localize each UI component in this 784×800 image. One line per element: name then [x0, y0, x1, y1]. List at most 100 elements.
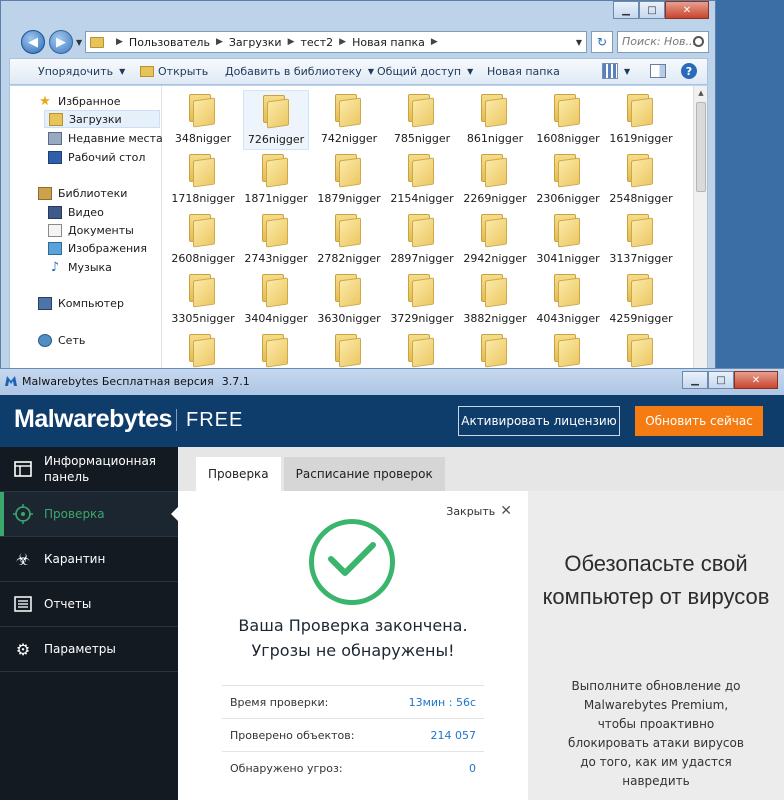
search-input[interactable]: Поиск: Нов... — [617, 31, 709, 53]
chevron-right-icon[interactable]: ▶ — [339, 37, 346, 47]
folder-item[interactable]: 3305nigger — [170, 270, 236, 330]
no-threats-text: Угрозы не обнаружены! — [251, 641, 455, 660]
folder-label: 4259nigger — [609, 312, 673, 325]
organize-menu[interactable]: Упорядочить ▼ — [38, 65, 125, 78]
sidebar-item-reports[interactable]: Отчеты — [0, 582, 178, 627]
nav-computer[interactable]: Компьютер — [38, 294, 124, 312]
close-result-button[interactable]: Закрыть ✕ — [446, 503, 512, 519]
folder-item[interactable]: 2942nigger — [462, 210, 528, 270]
view-menu[interactable]: ▼ — [602, 63, 630, 79]
sidebar-item-settings[interactable]: ⚙ Параметры — [0, 627, 178, 672]
stat-value[interactable]: 0 — [469, 762, 476, 775]
help-button[interactable]: ? — [681, 63, 697, 79]
nav-music[interactable]: ♪ Музыка — [48, 258, 112, 276]
folder-item[interactable]: 726nigger — [243, 90, 309, 150]
sidebar-label: Проверка — [44, 507, 105, 521]
folder-item[interactable] — [462, 330, 528, 372]
folder-item[interactable]: 1718nigger — [170, 150, 236, 210]
folder-icon — [625, 94, 657, 128]
nav-downloads[interactable]: Загрузки — [44, 110, 160, 128]
preview-pane-button[interactable] — [650, 64, 666, 78]
nav-images[interactable]: Изображения — [48, 239, 147, 257]
chevron-right-icon[interactable]: ▶ — [288, 37, 295, 47]
folder-item[interactable]: 2548nigger — [608, 150, 674, 210]
scrollbar-thumb[interactable] — [696, 102, 706, 192]
minimize-button[interactable]: ▁ — [682, 371, 708, 389]
folder-icon — [333, 274, 365, 308]
nav-recent[interactable]: Недавние места — [48, 129, 163, 147]
close-label: Закрыть — [446, 504, 496, 518]
folder-item[interactable] — [243, 330, 309, 372]
nav-network[interactable]: Сеть — [38, 331, 85, 349]
folder-item[interactable] — [389, 330, 455, 372]
minimize-button[interactable]: ▁ — [613, 1, 639, 19]
folder-item[interactable]: 2306nigger — [535, 150, 601, 210]
add-to-library-menu[interactable]: Добавить в библиотеку ▼ — [225, 65, 374, 78]
folder-item[interactable]: 4043nigger — [535, 270, 601, 330]
folder-item[interactable] — [170, 330, 236, 372]
maximize-button[interactable]: □ — [708, 371, 734, 389]
address-bar[interactable]: ▶ Пользователь ▶ Загрузки ▶ тест2 ▶ Нова… — [85, 31, 587, 53]
folder-item[interactable]: 3882nigger — [462, 270, 528, 330]
nav-video[interactable]: Видео — [48, 203, 104, 221]
folder-item[interactable]: 1871nigger — [243, 150, 309, 210]
chevron-right-icon[interactable]: ▶ — [431, 37, 438, 47]
folder-label: 3305nigger — [171, 312, 235, 325]
folder-item[interactable]: 3137nigger — [608, 210, 674, 270]
upgrade-now-button[interactable]: Обновить сейчас — [635, 406, 763, 436]
tab-scan-schedule[interactable]: Расписание проверок — [283, 457, 445, 491]
folder-item[interactable]: 3041nigger — [535, 210, 601, 270]
breadcrumb-user[interactable]: Пользователь — [129, 36, 210, 49]
new-folder-button[interactable]: Новая папка — [487, 65, 560, 78]
nav-desktop[interactable]: Рабочий стол — [48, 148, 145, 166]
folder-item[interactable]: 3404nigger — [243, 270, 309, 330]
folder-item[interactable]: 1619nigger — [608, 90, 674, 150]
breadcrumb-test2[interactable]: тест2 — [301, 36, 334, 49]
folder-item[interactable]: 861nigger — [462, 90, 528, 150]
breadcrumb-downloads[interactable]: Загрузки — [229, 36, 282, 49]
sidebar-item-quarantine[interactable]: ☣ Карантин — [0, 537, 178, 582]
chevron-right-icon[interactable]: ▶ — [116, 37, 123, 47]
folder-item[interactable]: 2269nigger — [462, 150, 528, 210]
close-button[interactable]: ✕ — [734, 371, 778, 389]
folder-icon — [333, 214, 365, 248]
folder-item[interactable]: 3729nigger — [389, 270, 455, 330]
folder-item[interactable]: 2782nigger — [316, 210, 382, 270]
refresh-button[interactable]: ↻ — [591, 31, 613, 53]
folder-item[interactable]: 2897nigger — [389, 210, 455, 270]
folder-item[interactable] — [316, 330, 382, 372]
history-dropdown[interactable]: ▼ — [76, 38, 82, 47]
nav-documents[interactable]: Документы — [48, 221, 134, 239]
folder-item[interactable]: 348nigger — [170, 90, 236, 150]
folder-item[interactable]: 785nigger — [389, 90, 455, 150]
stat-value[interactable]: 214 057 — [431, 729, 477, 742]
chevron-down-icon[interactable]: ▼ — [576, 38, 582, 47]
sidebar-item-dashboard[interactable]: Информационная панель — [0, 447, 178, 492]
folder-item[interactable] — [608, 330, 674, 372]
nav-libraries[interactable]: Библиотеки — [38, 184, 127, 202]
chevron-right-icon[interactable]: ▶ — [216, 37, 223, 47]
folder-item[interactable]: 4259nigger — [608, 270, 674, 330]
forward-button[interactable]: ▶ — [49, 30, 73, 54]
share-menu[interactable]: Общий доступ ▼ — [377, 65, 473, 78]
nav-favorites[interactable]: ★ Избранное — [38, 92, 120, 110]
folder-item[interactable]: 2154nigger — [389, 150, 455, 210]
folder-item[interactable]: 3630nigger — [316, 270, 382, 330]
tab-scan[interactable]: Проверка — [196, 457, 281, 491]
folder-item[interactable]: 1608nigger — [535, 90, 601, 150]
folder-item[interactable] — [535, 330, 601, 372]
close-button[interactable]: ✕ — [665, 1, 709, 19]
breadcrumb-new-folder[interactable]: Новая папка — [352, 36, 425, 49]
vertical-scrollbar[interactable]: ▲ — [693, 86, 707, 372]
folder-item[interactable]: 2743nigger — [243, 210, 309, 270]
sidebar-label: Карантин — [44, 552, 106, 566]
open-button[interactable]: Открыть — [140, 65, 208, 78]
maximize-button[interactable]: □ — [639, 1, 665, 19]
sidebar-item-scan[interactable]: Проверка — [0, 492, 179, 537]
activate-license-button[interactable]: Активировать лицензию — [458, 406, 620, 436]
folder-item[interactable]: 1879nigger — [316, 150, 382, 210]
back-button[interactable]: ◀ — [21, 30, 45, 54]
folder-item[interactable]: 2608nigger — [170, 210, 236, 270]
scroll-up-icon[interactable]: ▲ — [694, 86, 707, 100]
folder-item[interactable]: 742nigger — [316, 90, 382, 150]
